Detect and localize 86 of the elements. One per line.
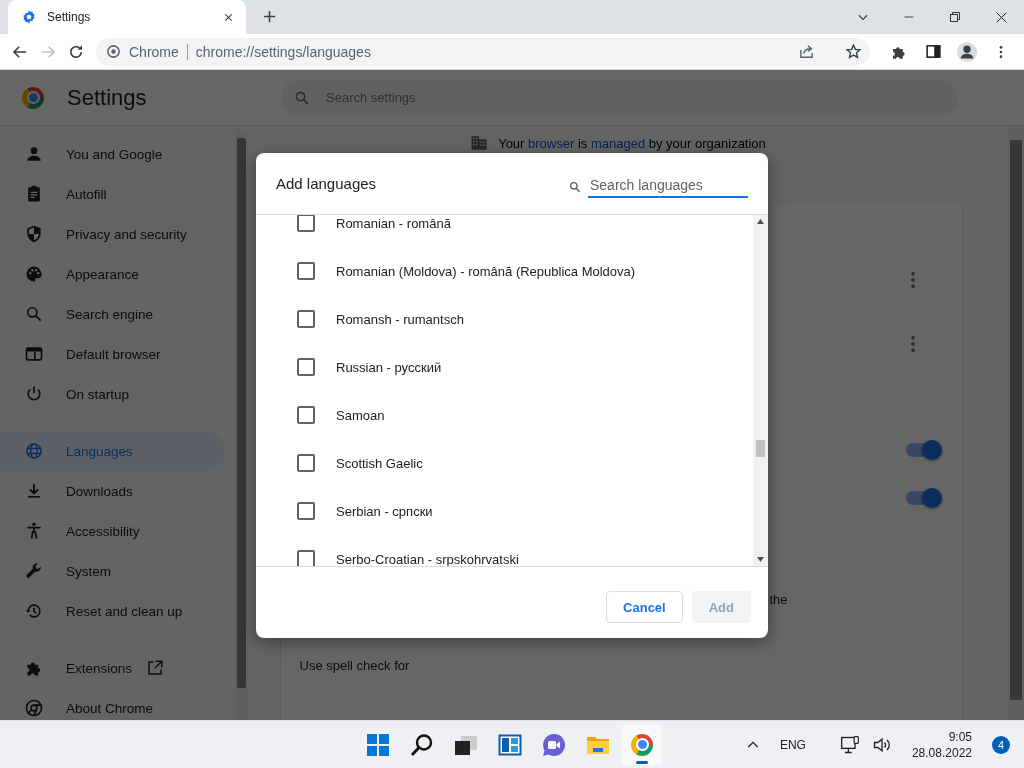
- tab-title: Settings: [47, 10, 92, 24]
- sidebar-item[interactable]: Languages: [0, 431, 225, 471]
- restore-icon: [949, 11, 961, 23]
- sidebar-item[interactable]: Search engine: [0, 294, 225, 334]
- dialog-title: Add languages: [276, 175, 378, 192]
- checkbox[interactable]: [297, 215, 315, 232]
- checkbox[interactable]: [297, 310, 315, 328]
- sidebar-item[interactable]: Privacy and security: [0, 214, 225, 254]
- address-bar[interactable]: Chrome chrome://settings/languages: [96, 37, 870, 66]
- network-icon: [839, 734, 860, 755]
- setting-description: the: [769, 592, 788, 607]
- windows-logo-icon: [366, 732, 390, 757]
- clock-date[interactable]: 28.08.2022: [911, 744, 972, 761]
- sidebar-item[interactable]: Reset and clean up: [0, 591, 225, 631]
- close-icon: [223, 11, 234, 23]
- globe-icon: [24, 441, 44, 461]
- language-label: Samoan: [336, 407, 385, 423]
- sidebar-item[interactable]: Default browser: [0, 334, 225, 374]
- person-icon: [24, 144, 44, 164]
- side-panel-icon: [924, 43, 942, 60]
- accessibility-icon: [24, 521, 44, 541]
- url-text: chrome://settings/languages: [195, 43, 372, 60]
- language-label: Romansh - rumantsch: [336, 311, 464, 327]
- scroll-up-arrow-icon[interactable]: [757, 219, 764, 224]
- sidebar-item[interactable]: Autofill: [0, 174, 225, 214]
- star-icon: [845, 43, 862, 60]
- dialog-button[interactable]: Cancel: [606, 591, 683, 623]
- browser-window-icon: [24, 344, 44, 364]
- language-label: Romanian (Moldova) - română (Republica Moldova): [336, 263, 636, 279]
- language-label: Serbo-Croatian - srpskohrvatski: [336, 551, 519, 566]
- history-icon: [24, 601, 44, 621]
- spell-check-label: Use spell check for: [299, 658, 410, 673]
- search-icon: [410, 732, 434, 757]
- list-scrollbar[interactable]: [753, 215, 768, 566]
- shield-icon: [24, 224, 44, 244]
- sidebar-item[interactable]: Downloads: [0, 471, 225, 511]
- scroll-down-arrow-icon[interactable]: [757, 557, 764, 562]
- page-title: Settings: [67, 84, 148, 111]
- checkbox[interactable]: [297, 262, 315, 280]
- toggle-switch[interactable]: [905, 491, 940, 505]
- page-scrollbar[interactable]: [1008, 126, 1024, 720]
- widgets-icon: [498, 732, 522, 757]
- language-label: Romanian - română: [336, 215, 451, 231]
- language-label: Serbian - српски: [336, 503, 433, 519]
- toggle-switch[interactable]: [905, 443, 940, 457]
- checkbox[interactable]: [297, 358, 315, 376]
- clock-time[interactable]: 9:05: [948, 728, 972, 745]
- notification-badge[interactable]: 4: [992, 735, 1010, 754]
- gear-icon: [21, 9, 37, 25]
- sidebar-item[interactable]: Accessibility: [0, 511, 225, 551]
- input-language-indicator[interactable]: ENG: [779, 737, 806, 752]
- language-label: Scottish Gaelic: [336, 455, 423, 471]
- plus-icon: [262, 9, 277, 24]
- building-icon: [470, 134, 489, 152]
- sidebar-item[interactable]: System: [0, 551, 225, 591]
- checkbox[interactable]: [297, 550, 315, 566]
- chrome-logo-icon: [22, 86, 44, 109]
- language-label: Russian - русский: [336, 359, 442, 375]
- checkbox[interactable]: [297, 454, 315, 472]
- person-icon: [956, 40, 978, 63]
- browser-tab[interactable]: Settings: [8, 0, 246, 34]
- checkbox[interactable]: [297, 502, 315, 520]
- share-icon: [798, 43, 815, 60]
- notice-link[interactable]: managed: [590, 135, 646, 151]
- chrome-logo-icon: [24, 698, 44, 718]
- search-icon: [568, 179, 582, 194]
- palette-icon: [24, 264, 44, 284]
- video-chat-icon: [542, 732, 566, 757]
- more-vertical-icon: [910, 336, 915, 352]
- search-icon: [24, 304, 44, 324]
- scrollbar-thumb[interactable]: [756, 440, 765, 457]
- managed-notice: Your browser is managed by your organization: [498, 135, 766, 151]
- sidebar-item[interactable]: On startup: [0, 374, 225, 414]
- sidebar-item[interactable]: Extensions: [0, 648, 225, 688]
- chrome-logo-icon: [106, 44, 121, 59]
- notice-link[interactable]: browser: [528, 135, 575, 151]
- sidebar-scrollbar[interactable]: [235, 130, 248, 720]
- wrench-icon: [24, 561, 44, 581]
- more-vertical-icon: [910, 272, 915, 288]
- site-label: Chrome: [129, 43, 179, 60]
- checkbox[interactable]: [297, 406, 315, 424]
- sidebar-item[interactable]: Appearance: [0, 254, 225, 294]
- sidebar-item[interactable]: About Chrome: [0, 688, 225, 720]
- sidebar-item[interactable]: You and Google: [0, 134, 225, 174]
- chrome-logo-icon: [631, 733, 653, 756]
- close-icon: [994, 10, 1008, 24]
